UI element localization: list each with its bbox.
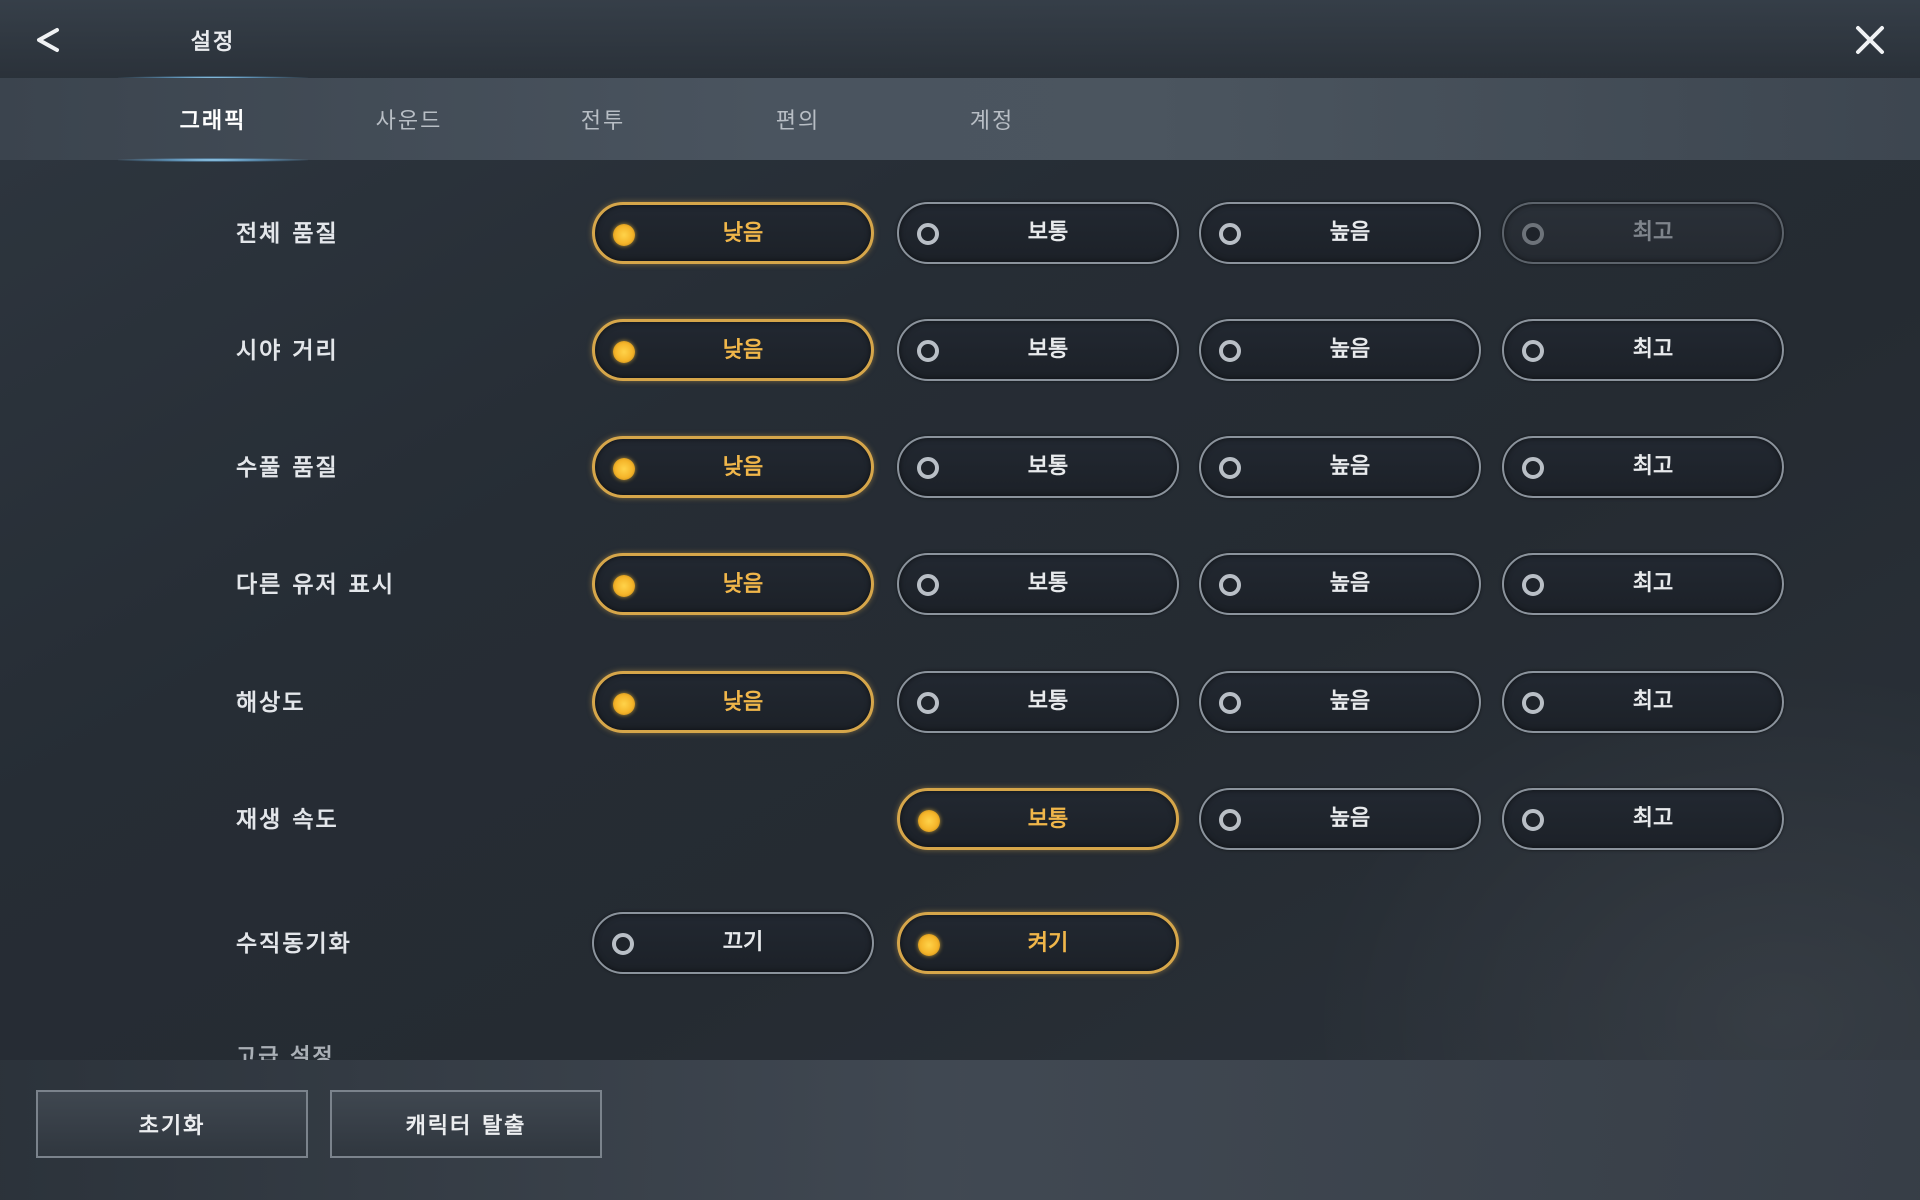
setting-label: 다른 유저 표시 xyxy=(236,572,395,598)
setting-row-playback-speed: 재생 속도 보통 높음 최고 xyxy=(0,788,1920,852)
option-max[interactable]: 최고 xyxy=(1502,436,1784,498)
option-high[interactable]: 높음 xyxy=(1199,671,1481,733)
option-medium[interactable]: 보통 xyxy=(897,436,1179,498)
page-title: 설정 xyxy=(190,30,236,55)
option-medium[interactable]: 보통 xyxy=(897,202,1179,264)
option-label: 보통 xyxy=(1027,807,1069,832)
setting-row-overall-quality: 전체 품질 낮음 보통 높음 최고 xyxy=(0,202,1920,266)
option-label: 높음 xyxy=(1329,689,1371,714)
option-label: 높음 xyxy=(1329,220,1371,245)
option-label: 낮음 xyxy=(722,455,764,480)
option-medium[interactable]: 보통 xyxy=(897,671,1179,733)
option-low[interactable]: 낮음 xyxy=(592,436,874,498)
option-label: 낮음 xyxy=(722,221,764,246)
option-label: 보통 xyxy=(1027,689,1069,714)
tab-label: 그래픽 xyxy=(179,109,247,134)
setting-row-resolution: 해상도 낮음 보통 높음 최고 xyxy=(0,671,1920,735)
page-title-wrap: 설정 xyxy=(118,0,308,80)
exit-character-button-label: 캐릭터 탈출 xyxy=(405,1114,527,1139)
option-max[interactable]: 최고 xyxy=(1502,788,1784,850)
option-label: 최고 xyxy=(1632,454,1674,479)
top-bar: 설정 xyxy=(0,0,1920,80)
reset-button[interactable]: 초기화 xyxy=(36,1090,308,1158)
option-medium[interactable]: 보통 xyxy=(897,319,1179,381)
active-tab-indicator xyxy=(118,158,308,162)
tab-account[interactable]: 계정 xyxy=(897,78,1087,160)
tab-convenience[interactable]: 편의 xyxy=(703,78,893,160)
tab-label: 사운드 xyxy=(375,109,443,134)
option-low[interactable]: 낮음 xyxy=(592,202,874,264)
option-low[interactable]: 낮음 xyxy=(592,671,874,733)
option-high[interactable]: 높음 xyxy=(1199,436,1481,498)
close-button[interactable] xyxy=(1846,16,1894,64)
option-high[interactable]: 높음 xyxy=(1199,319,1481,381)
option-label: 보통 xyxy=(1027,571,1069,596)
option-label: 높음 xyxy=(1329,454,1371,479)
setting-row-view-distance: 시야 거리 낮음 보통 높음 최고 xyxy=(0,319,1920,383)
option-max[interactable]: 최고 xyxy=(1502,319,1784,381)
option-label: 최고 xyxy=(1632,689,1674,714)
option-max[interactable]: 최고 xyxy=(1502,671,1784,733)
option-label: 최고 xyxy=(1632,806,1674,831)
option-label: 보통 xyxy=(1027,337,1069,362)
setting-label: 수풀 품질 xyxy=(236,455,339,481)
option-medium[interactable]: 보통 xyxy=(897,553,1179,615)
tab-label: 계정 xyxy=(969,109,1015,134)
reset-button-label: 초기화 xyxy=(138,1114,206,1139)
option-label: 낮음 xyxy=(722,690,764,715)
option-medium[interactable]: 보통 xyxy=(897,788,1179,850)
option-label: 높음 xyxy=(1329,337,1371,362)
option-label: 끄기 xyxy=(722,930,764,955)
option-max[interactable]: 최고 xyxy=(1502,202,1784,264)
bottom-bar: 초기화 캐릭터 탈출 xyxy=(0,1060,1920,1200)
tab-sound[interactable]: 사운드 xyxy=(314,78,504,160)
tab-graphics[interactable]: 그래픽 xyxy=(118,78,308,162)
setting-label: 재생 속도 xyxy=(236,807,339,833)
option-label: 보통 xyxy=(1027,454,1069,479)
setting-row-other-users: 다른 유저 표시 낮음 보통 높음 최고 xyxy=(0,553,1920,617)
option-high[interactable]: 높음 xyxy=(1199,788,1481,850)
setting-label: 해상도 xyxy=(236,690,306,716)
tab-combat[interactable]: 전투 xyxy=(508,78,698,160)
option-low[interactable]: 낮음 xyxy=(592,553,874,615)
exit-character-button[interactable]: 캐릭터 탈출 xyxy=(330,1090,602,1158)
back-button[interactable] xyxy=(24,16,72,64)
option-low[interactable]: 낮음 xyxy=(592,319,874,381)
option-on[interactable]: 켜기 xyxy=(897,912,1179,974)
option-label: 높음 xyxy=(1329,806,1371,831)
option-label: 낮음 xyxy=(722,338,764,363)
option-label: 보통 xyxy=(1027,220,1069,245)
tab-label: 편의 xyxy=(775,109,821,134)
tab-bar: 그래픽 사운드 전투 편의 계정 xyxy=(0,78,1920,162)
setting-row-vsync: 수직동기화 끄기 켜기 xyxy=(0,912,1920,976)
option-high[interactable]: 높음 xyxy=(1199,553,1481,615)
option-label: 최고 xyxy=(1632,571,1674,596)
setting-row-foliage-quality: 수풀 품질 낮음 보통 높음 최고 xyxy=(0,436,1920,500)
option-label: 최고 xyxy=(1632,220,1674,245)
tab-label: 전투 xyxy=(580,109,626,134)
setting-label: 수직동기화 xyxy=(236,931,352,957)
option-max[interactable]: 최고 xyxy=(1502,553,1784,615)
setting-label: 전체 품질 xyxy=(236,221,339,247)
option-label: 최고 xyxy=(1632,337,1674,362)
option-label: 낮음 xyxy=(722,572,764,597)
option-label: 켜기 xyxy=(1027,931,1069,956)
close-icon xyxy=(1856,26,1884,54)
setting-label: 시야 거리 xyxy=(236,338,339,364)
section-heading-advanced: 고급 설정 xyxy=(236,1045,335,1060)
option-label: 높음 xyxy=(1329,571,1371,596)
option-off[interactable]: 끄기 xyxy=(592,912,874,974)
option-high[interactable]: 높음 xyxy=(1199,202,1481,264)
chevron-left-icon xyxy=(37,28,59,52)
